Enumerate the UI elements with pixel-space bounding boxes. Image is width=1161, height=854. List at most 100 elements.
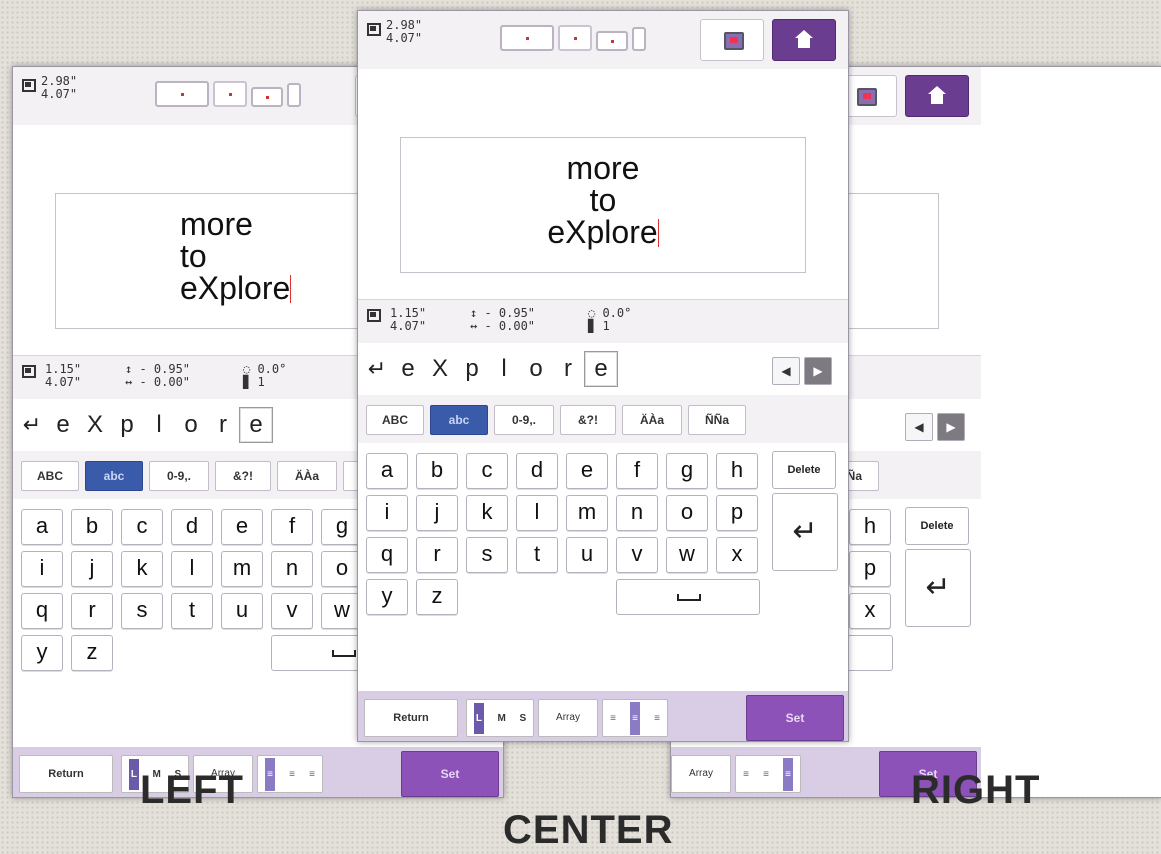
key-s[interactable]: s — [466, 537, 508, 573]
key-t[interactable]: t — [171, 593, 213, 629]
key-i[interactable]: i — [21, 551, 63, 587]
key-o[interactable]: o — [666, 495, 708, 531]
tab-char-type[interactable]: abc — [430, 405, 488, 435]
set-button[interactable]: Set — [746, 695, 844, 741]
key-r[interactable]: r — [71, 593, 113, 629]
input-char[interactable]: o — [520, 355, 552, 383]
align-right-button[interactable]: ≡ — [654, 713, 660, 724]
return-button[interactable]: Return — [364, 699, 458, 737]
design-text-box[interactable]: moretoeXplore — [400, 137, 806, 273]
key-q[interactable]: q — [21, 593, 63, 629]
key-b[interactable]: b — [416, 453, 458, 489]
key-p[interactable]: p — [716, 495, 758, 531]
key-k[interactable]: k — [466, 495, 508, 531]
cursor-right-button[interactable]: ▶ — [804, 357, 832, 385]
align-right-button[interactable]: ≡ — [309, 769, 315, 780]
size-selector[interactable]: LMS — [466, 699, 534, 737]
key-u[interactable]: u — [221, 593, 263, 629]
key-l[interactable]: l — [171, 551, 213, 587]
key-w[interactable]: w — [666, 537, 708, 573]
input-char[interactable]: p — [456, 355, 488, 383]
key-g[interactable]: g — [666, 453, 708, 489]
key-a[interactable]: a — [366, 453, 408, 489]
input-char[interactable]: l — [143, 411, 175, 439]
key-l[interactable]: l — [516, 495, 558, 531]
return-button[interactable]: Return — [19, 755, 113, 793]
cursor-left-button[interactable]: ◀ — [905, 413, 933, 441]
size-m-button[interactable]: M — [498, 713, 506, 724]
key-f[interactable]: f — [271, 509, 313, 545]
key-f[interactable]: f — [616, 453, 658, 489]
delete-key[interactable]: Delete — [772, 451, 836, 489]
key-d[interactable]: d — [516, 453, 558, 489]
input-char[interactable]: e — [392, 355, 424, 383]
key-s[interactable]: s — [121, 593, 163, 629]
tab-char-type[interactable]: &?! — [560, 405, 616, 435]
input-char[interactable]: o — [175, 411, 207, 439]
set-button[interactable]: Set — [401, 751, 499, 797]
key-v[interactable]: v — [616, 537, 658, 573]
align-right-button[interactable]: ≡ — [783, 757, 793, 791]
key-c[interactable]: c — [121, 509, 163, 545]
key-z[interactable]: z — [71, 635, 113, 671]
input-char[interactable]: X — [424, 355, 456, 383]
input-char[interactable]: p — [111, 411, 143, 439]
tab-char-type[interactable]: 0-9,. — [149, 461, 209, 491]
key-t[interactable]: t — [516, 537, 558, 573]
align-center-button[interactable]: ≡ — [763, 769, 769, 780]
key-h[interactable]: h — [849, 509, 891, 545]
key-b[interactable]: b — [71, 509, 113, 545]
key-y[interactable]: y — [21, 635, 63, 671]
space-key[interactable] — [616, 579, 760, 615]
size-l-button[interactable]: L — [473, 702, 484, 734]
cursor-left-button[interactable]: ◀ — [772, 357, 800, 385]
array-button[interactable]: Array — [671, 755, 731, 793]
key-d[interactable]: d — [171, 509, 213, 545]
key-j[interactable]: j — [416, 495, 458, 531]
input-char[interactable]: X — [79, 411, 111, 439]
tab-char-type[interactable]: 0-9,. — [494, 405, 554, 435]
align-center-button[interactable]: ≡ — [630, 701, 640, 735]
input-char[interactable]: r — [207, 411, 239, 439]
align-left-button[interactable]: ≡ — [743, 769, 749, 780]
key-m[interactable]: m — [566, 495, 608, 531]
home-button[interactable] — [772, 19, 836, 61]
cursor-right-button[interactable]: ▶ — [937, 413, 965, 441]
key-k[interactable]: k — [121, 551, 163, 587]
key-e[interactable]: e — [221, 509, 263, 545]
tab-char-type[interactable]: ÑÑa — [688, 405, 746, 435]
key-e[interactable]: e — [566, 453, 608, 489]
key-a[interactable]: a — [21, 509, 63, 545]
key-c[interactable]: c — [466, 453, 508, 489]
tab-char-type[interactable]: ÄÀa — [622, 405, 682, 435]
key-q[interactable]: q — [366, 537, 408, 573]
key-j[interactable]: j — [71, 551, 113, 587]
tab-char-type[interactable]: ABC — [21, 461, 79, 491]
array-button[interactable]: Array — [538, 699, 598, 737]
align-center-button[interactable]: ≡ — [289, 769, 295, 780]
key-y[interactable]: y — [366, 579, 408, 615]
key-u[interactable]: u — [566, 537, 608, 573]
align-left-button[interactable]: ≡ — [265, 757, 275, 791]
key-r[interactable]: r — [416, 537, 458, 573]
tab-char-type[interactable]: ÄÀa — [277, 461, 337, 491]
tab-char-type[interactable]: ABC — [366, 405, 424, 435]
key-n[interactable]: n — [271, 551, 313, 587]
home-button[interactable] — [905, 75, 969, 117]
key-h[interactable]: h — [716, 453, 758, 489]
preview-button[interactable] — [700, 19, 764, 61]
tab-char-type[interactable]: &?! — [215, 461, 271, 491]
input-char[interactable]: e — [239, 407, 273, 443]
size-s-button[interactable]: S — [520, 713, 527, 724]
enter-key[interactable]: ↵ — [772, 493, 838, 571]
input-char[interactable]: r — [552, 355, 584, 383]
key-x[interactable]: x — [716, 537, 758, 573]
key-p[interactable]: p — [849, 551, 891, 587]
key-x[interactable]: x — [849, 593, 891, 629]
key-i[interactable]: i — [366, 495, 408, 531]
key-n[interactable]: n — [616, 495, 658, 531]
enter-key[interactable]: ↵ — [905, 549, 971, 627]
tab-char-type[interactable]: abc — [85, 461, 143, 491]
align-left-button[interactable]: ≡ — [610, 713, 616, 724]
delete-key[interactable]: Delete — [905, 507, 969, 545]
